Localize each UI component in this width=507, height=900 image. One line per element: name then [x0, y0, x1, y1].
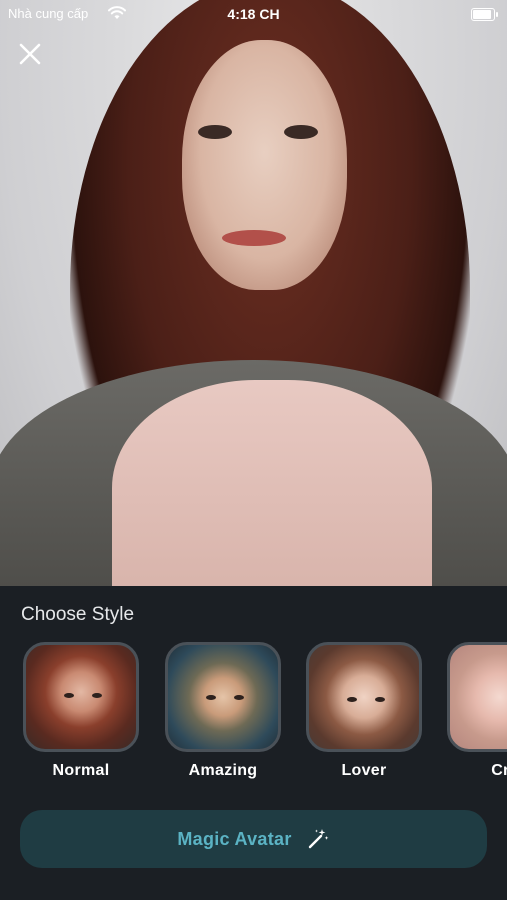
clock: 4:18 CH — [227, 6, 280, 22]
style-label-crazy: Cra — [491, 762, 507, 779]
style-label-amazing: Amazing — [188, 762, 258, 779]
style-thumbnail-lover — [306, 642, 422, 752]
style-option-amazing[interactable]: Amazing — [162, 642, 284, 780]
style-panel: Choose Style Normal Amazing Lover Cr Mag… — [0, 586, 507, 900]
style-label-lover: Lover — [341, 762, 387, 779]
magic-avatar-button[interactable]: Magic Avatar — [20, 810, 487, 868]
portrait-photo — [0, 0, 507, 586]
close-button[interactable] — [14, 38, 46, 70]
style-label-normal: Normal — [52, 762, 110, 779]
magic-avatar-label: Magic Avatar — [177, 828, 292, 849]
status-bar: Nhà cung cấp 4:18 CH — [0, 0, 507, 30]
style-option-lover[interactable]: Lover — [303, 642, 425, 780]
choose-style-title: Choose Style — [21, 604, 135, 625]
close-icon — [19, 43, 41, 65]
style-thumbnail-crazy — [447, 642, 507, 752]
styles-carousel[interactable]: Normal Amazing Lover Cra — [0, 642, 507, 792]
style-thumbnail-normal — [23, 642, 139, 752]
battery-icon — [471, 8, 498, 21]
style-option-normal[interactable]: Normal — [20, 642, 142, 780]
style-option-crazy[interactable]: Cra — [444, 642, 507, 780]
style-thumbnail-amazing — [165, 642, 281, 752]
magic-wand-icon — [308, 829, 329, 849]
